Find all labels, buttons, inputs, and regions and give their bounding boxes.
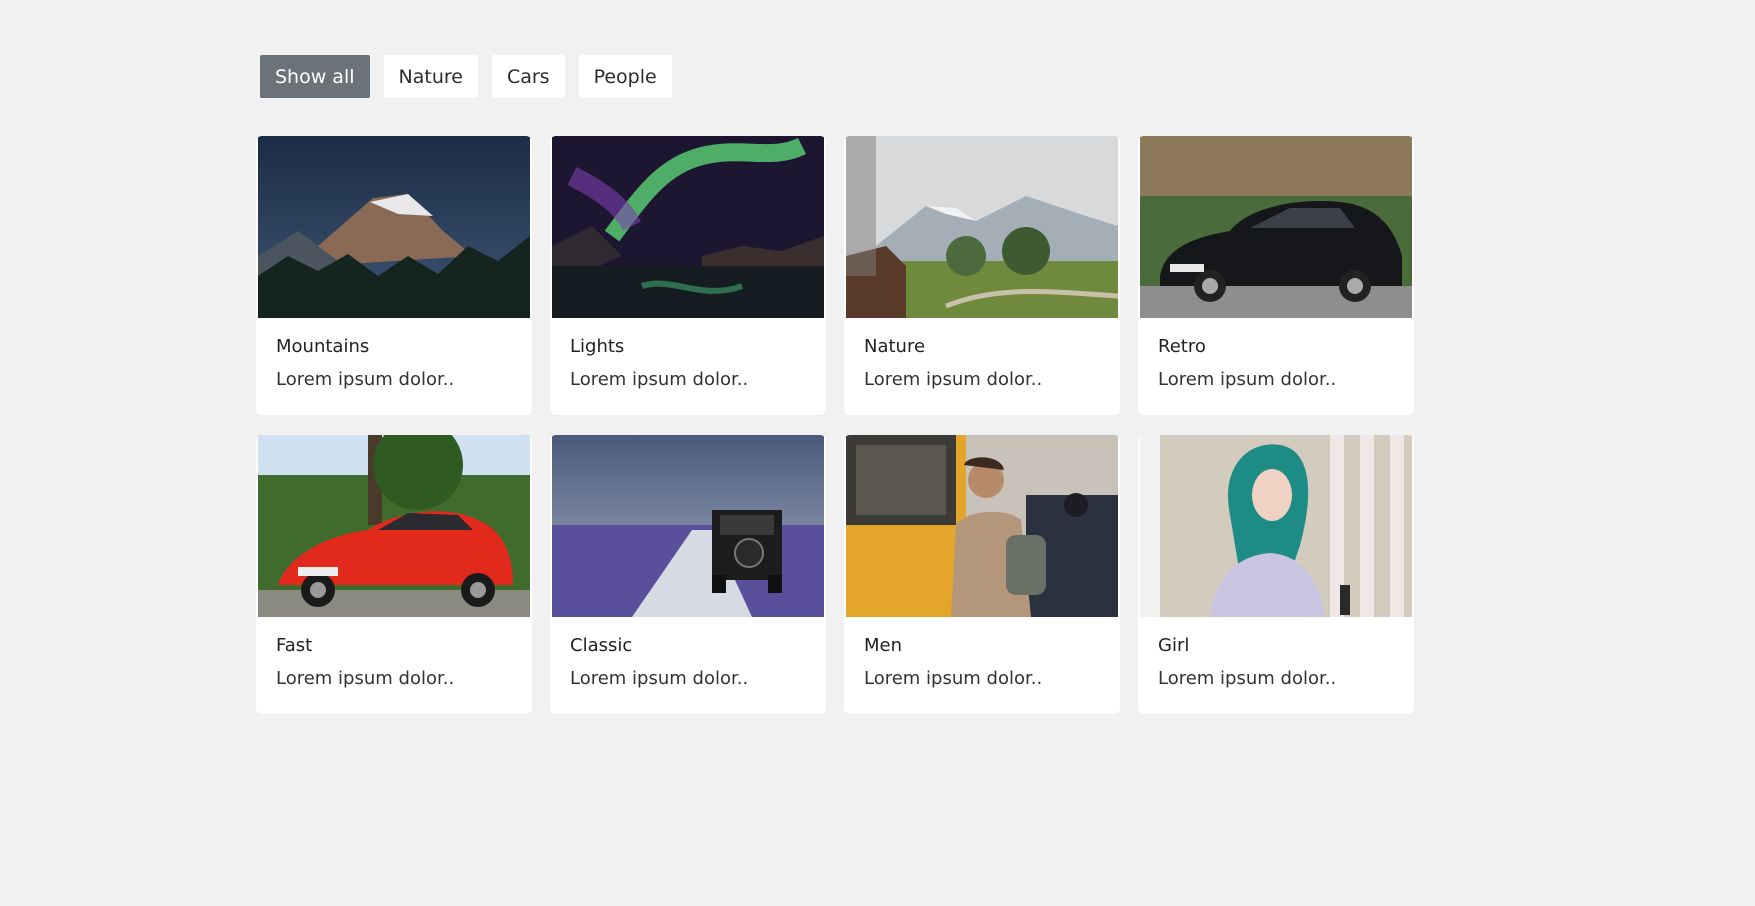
filter-cars-button[interactable]: Cars	[491, 55, 565, 98]
card-title: Men	[864, 635, 903, 656]
girl-portrait-photo	[1140, 435, 1412, 617]
card-text: Lorem ipsum dolor..	[1158, 369, 1337, 390]
mountain-night-photo	[258, 136, 530, 318]
card-text: Lorem ipsum dolor..	[570, 369, 749, 390]
filter-people-button[interactable]: People	[578, 55, 672, 98]
card-text: Lorem ipsum dolor..	[864, 369, 1043, 390]
filter-nature-button[interactable]: Nature	[383, 55, 478, 98]
gallery-card[interactable]: Classic Lorem ipsum dolor..	[550, 435, 826, 714]
gallery-card[interactable]: Nature Lorem ipsum dolor..	[844, 136, 1120, 415]
gallery-card[interactable]: Fast Lorem ipsum dolor..	[256, 435, 532, 714]
black-hatchback-photo	[1140, 136, 1412, 318]
gallery-card[interactable]: Girl Lorem ipsum dolor..	[1138, 435, 1414, 714]
card-title: Fast	[276, 635, 313, 656]
card-title: Lights	[570, 336, 625, 357]
card-title: Girl	[1158, 635, 1190, 656]
card-text: Lorem ipsum dolor..	[570, 668, 749, 689]
portfolio-page: Show all Nature Cars People Mountains Lo…	[0, 0, 1755, 906]
gallery-grid: Mountains Lorem ipsum dolor.. Lights Lor…	[256, 136, 1414, 714]
card-title: Mountains	[276, 336, 370, 357]
filter-bar: Show all Nature Cars People	[260, 55, 672, 98]
filter-show-all-button[interactable]: Show all	[260, 55, 370, 98]
card-text: Lorem ipsum dolor..	[276, 369, 455, 390]
card-title: Classic	[570, 635, 633, 656]
gallery-card[interactable]: Mountains Lorem ipsum dolor..	[256, 136, 532, 415]
card-text: Lorem ipsum dolor..	[864, 668, 1043, 689]
card-text: Lorem ipsum dolor..	[1158, 668, 1337, 689]
gallery-card[interactable]: Men Lorem ipsum dolor..	[844, 435, 1120, 714]
card-title: Nature	[864, 336, 926, 357]
aurora-lights-photo	[552, 136, 824, 318]
card-text: Lorem ipsum dolor..	[276, 668, 455, 689]
man-by-train-photo	[846, 435, 1118, 617]
gallery-card[interactable]: Lights Lorem ipsum dolor..	[550, 136, 826, 415]
gallery-card[interactable]: Retro Lorem ipsum dolor..	[1138, 136, 1414, 415]
card-title: Retro	[1158, 336, 1206, 357]
red-sports-car-photo	[258, 435, 530, 617]
alpine-valley-photo	[846, 136, 1118, 318]
offroad-jeep-photo	[552, 435, 824, 617]
